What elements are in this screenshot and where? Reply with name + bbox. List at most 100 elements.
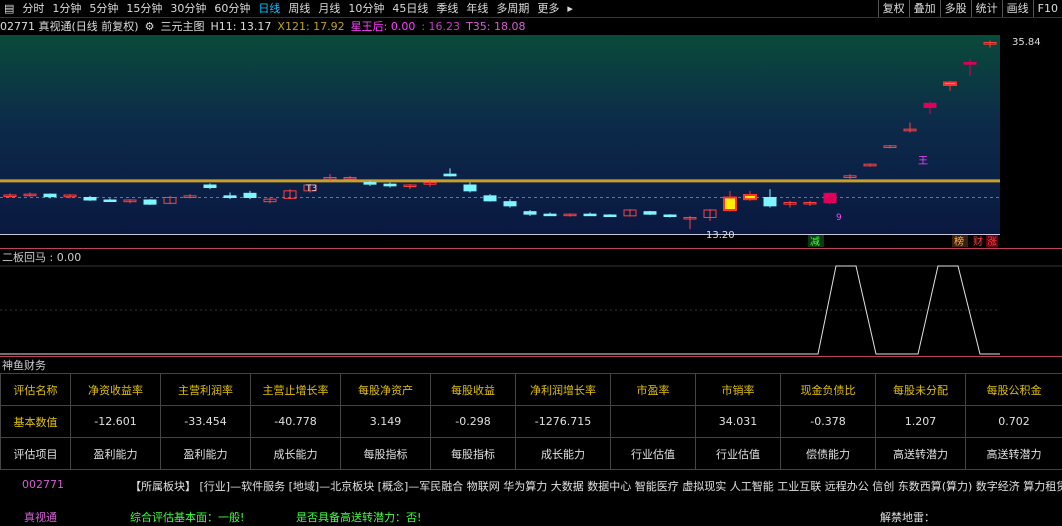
- finance-value-cell: -33.454: [160, 405, 251, 438]
- overall-evaluation: 综合评估基本面：一般!: [130, 511, 245, 524]
- candle[interactable]: [603, 214, 617, 217]
- gao-marker: 榜: [954, 235, 964, 247]
- finance-category-cell: 盈利能力: [160, 437, 251, 470]
- finance-header-cell: 市销率: [695, 373, 781, 406]
- period-tab-7[interactable]: 周线: [284, 0, 314, 17]
- finance-category-cell: 高送转潜力: [965, 437, 1062, 470]
- t35-value: T35: 18.08: [466, 19, 526, 33]
- candle-body: [463, 184, 477, 192]
- more-arrow-icon[interactable]: ▸: [563, 0, 577, 17]
- finance-value-cell: 3.149: [340, 405, 431, 438]
- period-tab-12[interactable]: 年线: [462, 0, 492, 17]
- period-tab-8[interactable]: 月线: [314, 0, 344, 17]
- candle-body: [103, 199, 117, 202]
- jian-marker: 减: [810, 236, 820, 247]
- sub-indicator-chart[interactable]: [0, 248, 1062, 356]
- finance-category-cell: 行业估值: [695, 437, 781, 470]
- candle-body: [583, 213, 597, 217]
- finance-panel-header: 神鱼财务: [0, 356, 1062, 374]
- finance-header-cell: 净资收益率: [70, 373, 161, 406]
- wang-marker: 王: [918, 156, 928, 167]
- candle[interactable]: [663, 214, 677, 218]
- indicator-name[interactable]: 三元主图: [160, 18, 204, 34]
- candle-body: [743, 194, 757, 201]
- finance-header-cell: 每股净资产: [340, 373, 431, 406]
- stock-name: 真视通: [24, 511, 57, 524]
- period-tab-0[interactable]: 分时: [18, 0, 48, 17]
- finance-header-row: 评估名称 净资收益率 主营利润率 主营止增长率 每股净资产 每股收益 净利润增长率 市盈率 市销…: [0, 373, 1062, 406]
- finance-header-cell: 市盈率: [610, 373, 696, 406]
- candle[interactable]: [823, 192, 837, 205]
- finance-value-cell: -0.378: [780, 405, 876, 438]
- finance-header-cell: 现金负债比: [780, 373, 876, 406]
- candle-body: [383, 183, 397, 187]
- finance-header-cell: 每股收益: [430, 373, 516, 406]
- period-toolbar: ▤ 分时 1分钟 5分钟 15分钟 30分钟 60分钟 日线 周线 月线 10分钟 45日线 季线 年线…: [0, 0, 1062, 18]
- period-tab-3[interactable]: 15分钟: [122, 0, 166, 17]
- stock-code: 002771: [22, 478, 64, 491]
- finance-value-cell: 1.207: [875, 405, 966, 438]
- toolbar-button-2[interactable]: 多股: [939, 0, 971, 17]
- main-candlestick-chart[interactable]: 35.84 13.20 T3 减 榜 财 涨 王 9: [0, 35, 1062, 247]
- candle-body: [43, 193, 57, 198]
- toolbar-button-4[interactable]: 画线: [1001, 0, 1033, 17]
- candle-body: [643, 211, 657, 215]
- finance-category-cell: 成长能力: [515, 437, 611, 470]
- candle-body: [243, 192, 257, 198]
- period-tab-5[interactable]: 60分钟: [210, 0, 254, 17]
- finance-header-cell: 每股公积金: [965, 373, 1062, 406]
- high-transfer-potential: 是否具备高送转潜力：否!: [296, 511, 422, 524]
- settings-gear-icon[interactable]: ⚙: [145, 20, 155, 33]
- lift-ban-risk: 解禁地雷：: [880, 511, 935, 524]
- period-tab-1[interactable]: 1分钟: [48, 0, 85, 17]
- candle-body: [763, 197, 777, 207]
- period-tab-10[interactable]: 45日线: [388, 0, 432, 17]
- period-tab-2[interactable]: 5分钟: [85, 0, 122, 17]
- finance-header-cell: 每股未分配: [875, 373, 966, 406]
- grid-icon[interactable]: ▤: [0, 0, 18, 17]
- finance-header-cell: 评估名称: [0, 373, 71, 406]
- toolbar-button-5[interactable]: F10: [1032, 0, 1062, 17]
- period-tab-13[interactable]: 多周期: [492, 0, 533, 17]
- period-tab-4[interactable]: 30分钟: [166, 0, 210, 17]
- finance-value-cell: -12.601: [70, 405, 161, 438]
- finance-value-cell: 0.702: [965, 405, 1062, 438]
- toolbar-button-3[interactable]: 统计: [970, 0, 1002, 17]
- candle-body: [603, 214, 617, 217]
- sector-info: 【所属板块】 [行业]—软件服务 [地域]—北京板块 [概念]—军民融合 物联网…: [130, 480, 1062, 493]
- finance-value-cell: -1276.715: [515, 405, 611, 438]
- v1-value: : 16.23: [421, 19, 461, 33]
- candle-body: [503, 201, 517, 207]
- finance-value-cell: 基本数值: [0, 405, 71, 438]
- period-tab-14[interactable]: 更多: [533, 0, 563, 17]
- x121-value: X121: 17.92: [277, 19, 345, 33]
- period-tab-11[interactable]: 季线: [432, 0, 462, 17]
- finance-category-cell: 高送转潜力: [875, 437, 966, 470]
- candle-body: [483, 195, 497, 202]
- period-tab-6[interactable]: 日线: [254, 0, 284, 17]
- candle-body: [363, 182, 377, 185]
- period-tab-9[interactable]: 10分钟: [344, 0, 388, 17]
- candle[interactable]: [143, 199, 157, 205]
- finance-category-cell: 偿债能力: [780, 437, 876, 470]
- toolbar-right-buttons: 复权 叠加 多股 统计 画线 F10: [877, 0, 1062, 17]
- candle-body: [443, 173, 457, 177]
- toolbar-button-0[interactable]: 复权: [877, 0, 909, 17]
- candle-body: [963, 62, 977, 65]
- finance-value-cell: -0.298: [430, 405, 516, 438]
- toolbar-button-1[interactable]: 叠加: [908, 0, 940, 17]
- candle-body: [723, 196, 737, 211]
- finance-values-row: 基本数值 -12.601 -33.454 -40.778 3.149 -0.298 -127…: [0, 405, 1062, 438]
- h11-value: H11: 13.17: [210, 19, 272, 33]
- nine-marker: 9: [836, 213, 842, 223]
- candle-body: [143, 199, 157, 205]
- finance-category-cell: 评估项目: [0, 437, 71, 470]
- finance-header-cell: 主营止增长率: [250, 373, 341, 406]
- price-low-label: 13.20: [706, 230, 735, 241]
- candle[interactable]: [643, 210, 657, 215]
- finance-value-cell: 34.031: [695, 405, 781, 438]
- finance-table: 评估名称 净资收益率 主营利润率 主营止增长率 每股净资产 每股收益 净利润增长率 市盈率 市销…: [0, 373, 1062, 470]
- candle-body: [663, 214, 677, 217]
- finance-category-row: 评估项目 盈利能力 盈利能力 成长能力 每股指标 每股指标 成长能力 行业估值 行业估值 偿债能力…: [0, 437, 1062, 470]
- finance-category-cell: 每股指标: [430, 437, 516, 470]
